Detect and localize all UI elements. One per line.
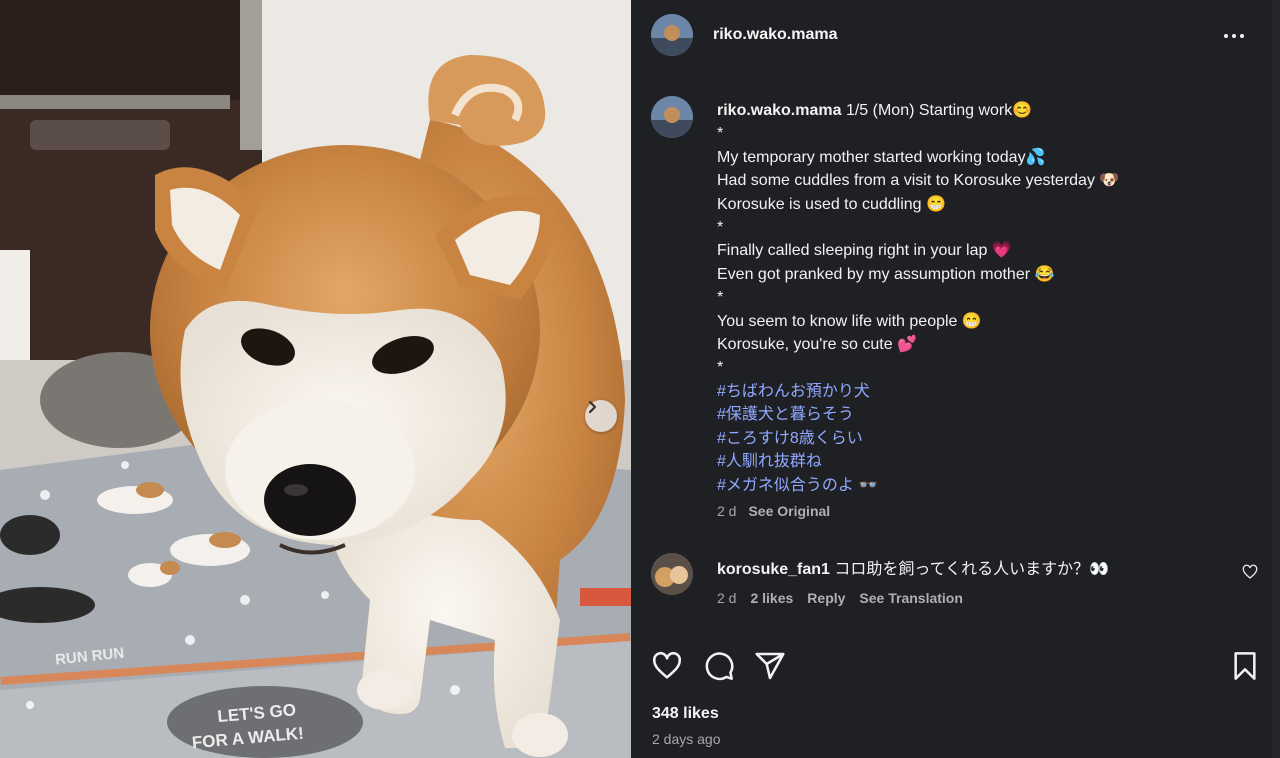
post-timestamp: 2 days ago — [652, 731, 721, 747]
caption-line: Had some cuddles from a visit to Korosuk… — [717, 172, 1120, 190]
avatar[interactable] — [651, 14, 693, 56]
caption-line: You seem to know life with people 😁 — [717, 312, 982, 330]
heart-icon[interactable] — [651, 650, 683, 682]
caption-line: Finally called sleeping right in your la… — [717, 242, 1012, 260]
commenter-avatar[interactable] — [651, 553, 693, 595]
caption-line: My temporary mother started working toda… — [717, 148, 1046, 166]
more-horizontal-icon — [1224, 34, 1228, 38]
caption-username[interactable]: riko.wako.mama — [717, 102, 842, 119]
hashtag-link[interactable]: #メガネ似合うのよ 👓 — [717, 474, 1237, 497]
hashtag-link[interactable]: #ちばわんお預かり犬 — [717, 380, 1237, 403]
comment-meta: 2 d 2 likes Reply See Translation — [717, 590, 963, 606]
comment-like-heart-icon[interactable] — [1242, 564, 1258, 580]
caption-line: * — [717, 125, 724, 143]
caption-time: 2 d — [717, 503, 737, 519]
commenter-username[interactable]: korosuke_fan1 — [717, 561, 830, 578]
shiba-inu-photo: RUN RUN LET'S GO FOR A WALK! — [0, 0, 631, 758]
post-actions — [651, 650, 1261, 684]
see-translation-link[interactable]: See Translation — [859, 590, 962, 606]
comment-time: 2 d — [717, 590, 737, 606]
post-details-pane: riko.wako.mama riko.wako.mama 1/5 (Mon) … — [631, 0, 1280, 758]
reply-button[interactable]: Reply — [807, 590, 845, 606]
caption-meta: 2 d See Original — [717, 503, 830, 519]
caption-line: * — [717, 219, 724, 237]
avatar-image — [651, 14, 693, 56]
post-photo: RUN RUN LET'S GO FOR A WALK! — [0, 0, 631, 758]
scrollbar[interactable] — [1272, 0, 1280, 758]
post-header: riko.wako.mama — [631, 0, 1272, 70]
hashtag-link[interactable]: #保護犬と暮らそう — [717, 403, 1237, 426]
caption-line-text: 1/5 (Mon) Starting work😊 — [845, 102, 1033, 119]
caption-line: riko.wako.mama 1/5 (Mon) Starting work😊 — [717, 99, 1237, 122]
caption-text: riko.wako.mama 1/5 (Mon) Starting work😊 … — [717, 99, 1237, 497]
comment: korosuke_fan1 コロ助を飼ってくれる人いますか？👀 2 d 2 lik… — [651, 553, 1271, 606]
avatar-image — [651, 96, 693, 138]
comment-body: コロ助を飼ってくれる人いますか？👀 — [834, 561, 1110, 578]
comment-text: korosuke_fan1 コロ助を飼ってくれる人いますか？👀 — [717, 555, 1109, 579]
next-photo-button[interactable] — [585, 400, 617, 432]
bookmark-icon[interactable] — [1229, 650, 1261, 682]
caption-line: Korosuke, you're so cute 💕 — [717, 336, 917, 354]
comment-likes[interactable]: 2 likes — [750, 590, 793, 606]
caption-line: * — [717, 289, 724, 307]
more-options-button[interactable] — [1222, 24, 1246, 48]
chevron-right-icon — [588, 400, 597, 414]
caption-line: * — [717, 359, 724, 377]
post-author-username[interactable]: riko.wako.mama — [713, 26, 838, 44]
hashtag-link[interactable]: #ころすけ8歳くらい — [717, 427, 1237, 450]
hashtag-link[interactable]: #人馴れ抜群ね — [717, 450, 1237, 473]
more-dot — [1240, 34, 1244, 38]
caption-avatar[interactable] — [651, 96, 693, 138]
comment-icon[interactable] — [703, 650, 735, 682]
like-count[interactable]: 348 likes — [652, 705, 719, 723]
caption-line: Korosuke is used to cuddling 😁 — [717, 195, 946, 213]
see-original-link[interactable]: See Original — [748, 503, 830, 519]
more-dot — [1232, 34, 1236, 38]
caption-line: Even got pranked by my assumption mother… — [717, 265, 1055, 283]
avatar-image — [651, 553, 693, 595]
share-icon[interactable] — [754, 650, 786, 682]
